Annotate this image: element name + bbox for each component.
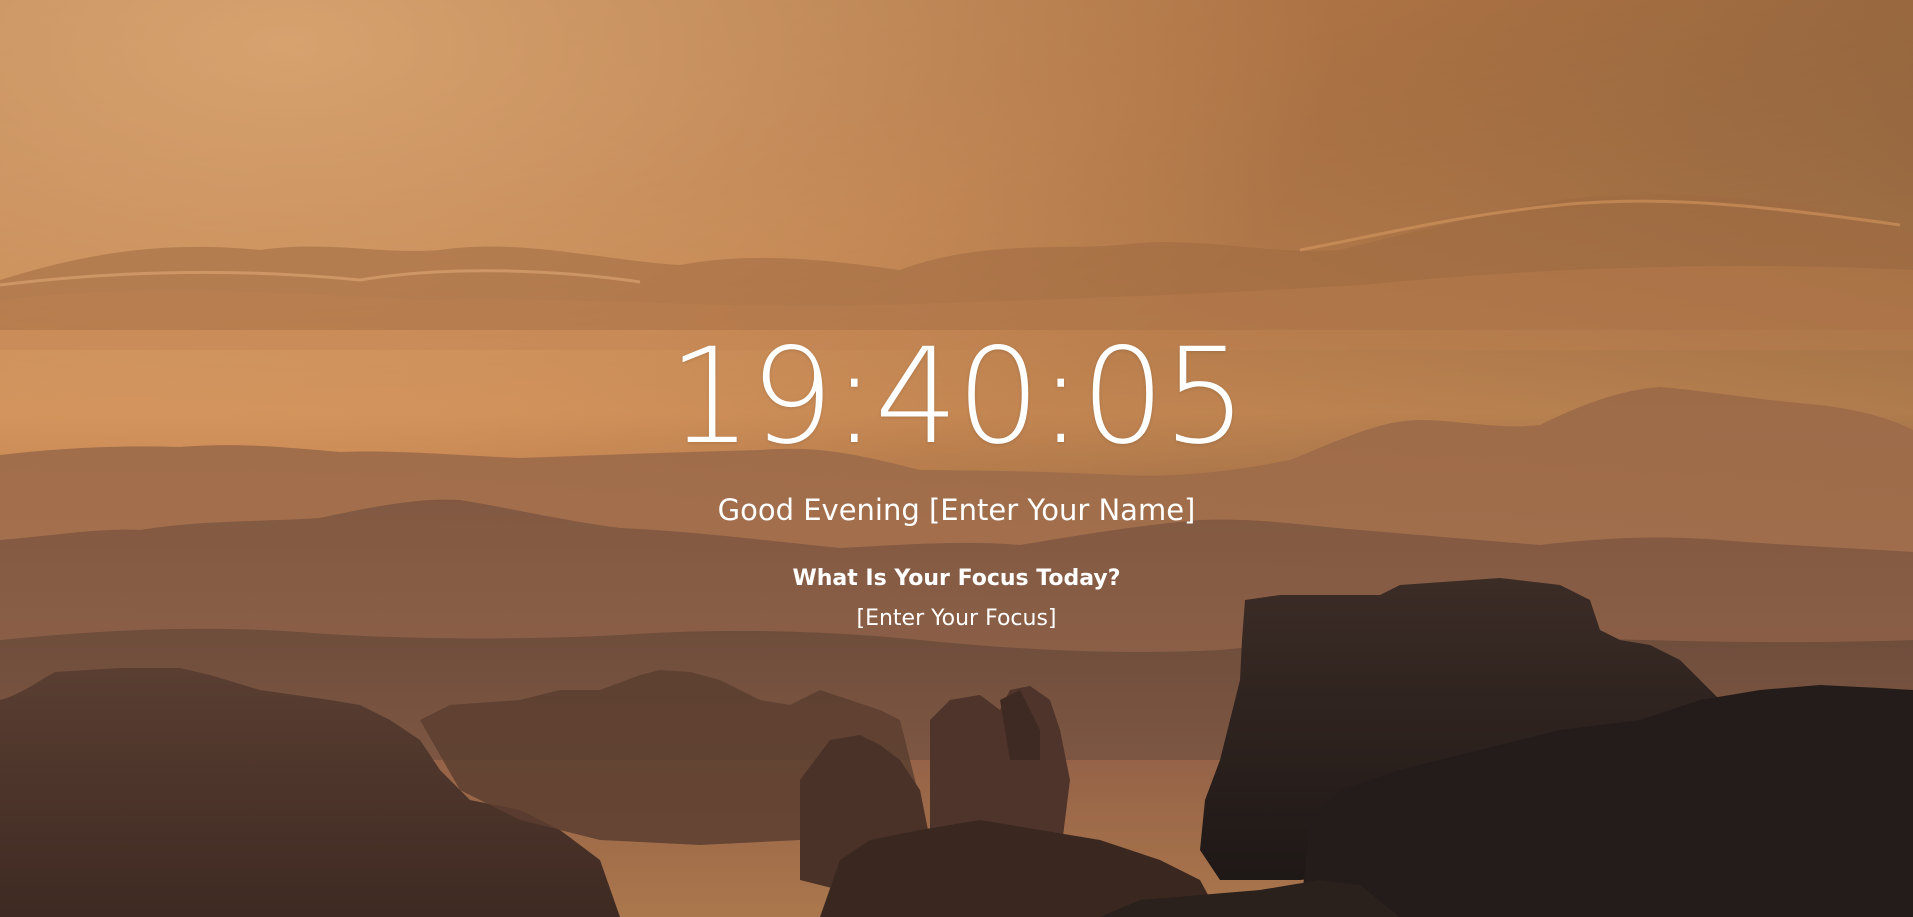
focus-question: What Is Your Focus Today? [792,566,1121,591]
focus-field[interactable]: [Enter Your Focus] [0,604,1913,634]
greeting: Good Evening [Enter Your Name] [0,490,1913,530]
main-content: 19:40:05 Good Evening [Enter Your Name] … [0,0,1913,917]
greeting-prefix: Good Evening [717,493,920,527]
name-field[interactable]: [Enter Your Name] [929,493,1195,527]
clock-time: 19:40:05 [668,320,1247,474]
